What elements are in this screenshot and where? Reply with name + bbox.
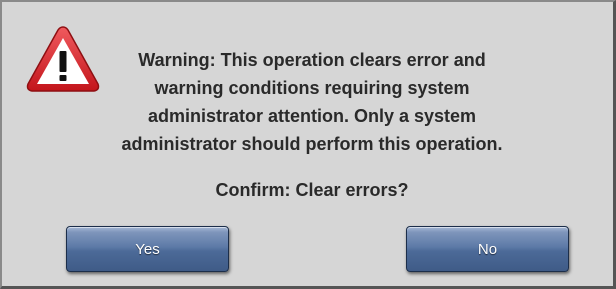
yes-button[interactable]: Yes: [66, 226, 229, 272]
no-button[interactable]: No: [406, 226, 569, 272]
warning-triangle-icon: [25, 24, 101, 94]
message-line: administrator attention. Only a system: [147, 106, 477, 126]
confirm-question: Confirm: Clear errors?: [215, 180, 409, 200]
warning-dialog: Warning: This operation clears error and…: [0, 0, 616, 289]
message-line: Warning: This operation clears error and: [138, 50, 486, 70]
message-line: administrator should perform this operat…: [121, 134, 503, 154]
message-line: warning conditions requiring system: [154, 78, 470, 98]
no-button-label: No: [477, 240, 498, 258]
warning-message: Warning: This operation clears error and…: [98, 46, 526, 158]
yes-button-label: Yes: [135, 240, 160, 258]
